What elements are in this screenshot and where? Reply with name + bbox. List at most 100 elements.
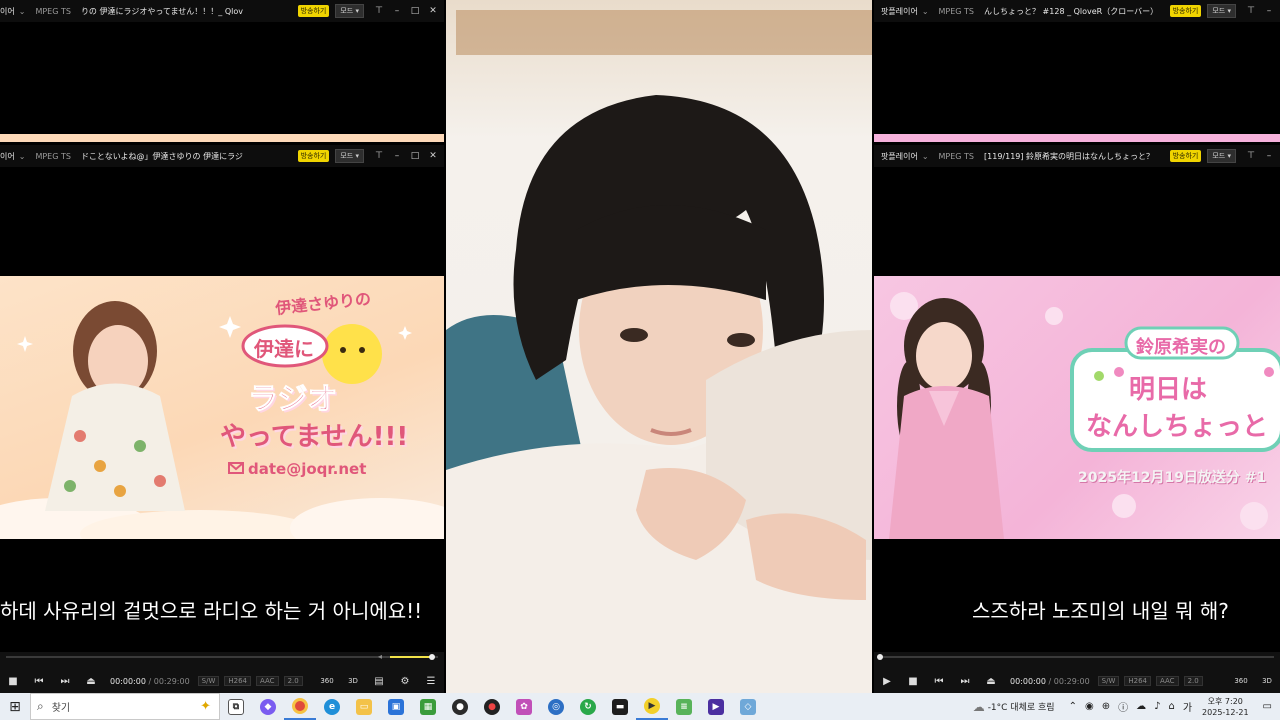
chrome-icon[interactable] xyxy=(284,693,316,720)
seek-handle[interactable] xyxy=(877,654,883,660)
seek-bar[interactable]: ◂ xyxy=(0,652,444,662)
store-icon[interactable]: ▣ xyxy=(380,693,412,720)
edge-icon[interactable]: e xyxy=(316,693,348,720)
minimize-icon[interactable]: – xyxy=(1262,6,1276,16)
media-icon[interactable]: ● xyxy=(444,693,476,720)
broadcast-button[interactable]: 방송하기 xyxy=(297,5,330,17)
previous-icon[interactable]: ⏮ xyxy=(926,676,952,687)
minimize-icon[interactable]: – xyxy=(390,151,404,161)
tag-channels[interactable]: 2.0 xyxy=(1183,676,1203,686)
browser-app-icon[interactable]: ◎ xyxy=(540,693,572,720)
play-icon[interactable]: ▶ xyxy=(874,676,900,687)
broadcast-button[interactable]: 방송하기 xyxy=(297,150,330,162)
maximize-icon[interactable]: □ xyxy=(408,6,422,16)
app-tray-icon[interactable]: ⊕ xyxy=(1102,701,1110,712)
chevron-down-icon[interactable]: ⌄ xyxy=(19,152,26,161)
chevron-down-icon[interactable]: ⌄ xyxy=(922,152,929,161)
left-main-titlebar[interactable]: 이어 ⌄ MPEG TS ドことないよね@」伊達さゆりの 伊達にラジ 방송하기 … xyxy=(0,145,444,167)
tag-audio[interactable]: AAC xyxy=(256,676,279,686)
next-icon[interactable]: ⏭ xyxy=(952,676,978,687)
minimize-icon[interactable]: – xyxy=(1262,151,1276,161)
notification-icon[interactable]: ▭ xyxy=(1263,701,1272,712)
task-view-icon[interactable]: ⧉ xyxy=(220,693,252,720)
eject-icon[interactable]: ⏏ xyxy=(978,676,1004,687)
left-top-player[interactable]: 이어 ⌄ MPEG TS りの 伊達にラジオやってません！！！_ Qlov 방송… xyxy=(0,0,444,144)
eject-icon[interactable]: ⏏ xyxy=(78,676,104,687)
recorder-icon[interactable]: ● xyxy=(476,693,508,720)
settings-icon[interactable]: ⚙ xyxy=(392,676,418,687)
maximize-icon[interactable]: □ xyxy=(408,151,422,161)
tag-sw[interactable]: S/W xyxy=(1097,676,1120,686)
network-icon[interactable]: ⌂ xyxy=(1168,701,1174,712)
seek-bar[interactable] xyxy=(874,652,1280,662)
previous-icon[interactable]: ⏮ xyxy=(26,676,52,687)
tag-3d[interactable]: 3D xyxy=(1254,677,1280,685)
language-icon[interactable]: 가 xyxy=(1183,699,1192,714)
chevron-down-icon[interactable]: ⌄ xyxy=(19,7,26,16)
stop-icon[interactable]: ■ xyxy=(0,676,26,687)
pin-icon[interactable]: ⊤ xyxy=(1244,6,1258,16)
volume-icon[interactable]: ♪ xyxy=(1154,701,1160,712)
mode-label: 모드 xyxy=(1212,152,1226,160)
menu-icon[interactable]: ☰ xyxy=(418,676,444,687)
stop-icon[interactable]: ■ xyxy=(900,676,926,687)
tag-channels[interactable]: 2.0 xyxy=(283,676,303,686)
volume-handle[interactable] xyxy=(429,654,435,660)
volume-track[interactable] xyxy=(390,656,434,658)
mode-select[interactable]: 모드 ▾ xyxy=(335,4,364,18)
volume-icon[interactable]: ◂ xyxy=(378,652,382,661)
tool-app-icon[interactable]: ◇ xyxy=(732,693,764,720)
chevron-down-icon[interactable]: ⌄ xyxy=(922,7,929,16)
tag-audio[interactable]: AAC xyxy=(1156,676,1179,686)
tag-360[interactable]: 360 xyxy=(314,677,340,685)
pin-icon[interactable]: ⊤ xyxy=(1244,151,1258,161)
time-readout: 00:00:00 / 00:29:00 xyxy=(110,677,190,686)
broadcast-button[interactable]: 방송하기 xyxy=(1169,5,1202,17)
next-icon[interactable]: ⏭ xyxy=(52,676,78,687)
format-label: MPEG TS xyxy=(35,6,71,16)
notepad-icon[interactable]: ≡ xyxy=(668,693,700,720)
colorful-app-icon[interactable]: ✿ xyxy=(508,693,540,720)
app-name[interactable]: 팟플레이어 xyxy=(881,151,918,162)
right-top-player[interactable]: 팟플레이어 ⌄ MPEG TS んしちょっと？ #128 _ QloveR（クロ… xyxy=(874,0,1280,144)
app-name[interactable]: 이어 xyxy=(0,151,15,162)
tag-3d[interactable]: 3D xyxy=(340,677,366,685)
tag-codec[interactable]: H264 xyxy=(224,676,252,686)
close-icon[interactable]: ✕ xyxy=(426,6,440,16)
minimize-icon[interactable]: – xyxy=(390,6,404,16)
mode-select[interactable]: 모드 ▾ xyxy=(335,149,364,163)
right-main-titlebar[interactable]: 팟플레이어 ⌄ MPEG TS [119/119] 鈴原希実の明日はなんしちょっ… xyxy=(874,145,1280,167)
left-main-player[interactable]: 이어 ⌄ MPEG TS ドことないよね@」伊達さゆりの 伊達にラジ 방송하기 … xyxy=(0,145,444,693)
record-icon[interactable]: ◉ xyxy=(1085,701,1094,712)
potplayer-icon[interactable]: ▶ xyxy=(636,693,668,720)
terminal-icon[interactable]: ▬ xyxy=(604,693,636,720)
purple-app-icon[interactable]: ▶ xyxy=(700,693,732,720)
app-name[interactable]: 이어 xyxy=(0,6,15,17)
search-highlight-icon[interactable]: ✦ xyxy=(200,699,211,714)
right-main-player[interactable]: 팟플레이어 ⌄ MPEG TS [119/119] 鈴原希実の明日はなんしちょっ… xyxy=(874,145,1280,693)
people-icon[interactable]: ⓘ xyxy=(1118,699,1128,714)
tag-360[interactable]: 360 xyxy=(1228,677,1254,685)
playlist-icon[interactable]: ▤ xyxy=(366,676,392,687)
mode-select[interactable]: 모드 ▾ xyxy=(1207,4,1236,18)
cloud-sync-icon[interactable]: ☁ xyxy=(1136,701,1146,712)
right-top-titlebar[interactable]: 팟플레이어 ⌄ MPEG TS んしちょっと？ #128 _ QloveR（クロ… xyxy=(874,0,1280,22)
pin-icon[interactable]: ⊤ xyxy=(372,6,386,16)
weather-widget[interactable]: ☁ -1°C 대체로 흐림 xyxy=(973,700,1055,714)
taskbar-search[interactable]: ⌕ 찾기 ✦ xyxy=(30,693,220,720)
file-explorer-icon[interactable]: ▭ xyxy=(348,693,380,720)
mode-select[interactable]: 모드 ▾ xyxy=(1207,149,1236,163)
pin-icon[interactable]: ⊤ xyxy=(372,151,386,161)
left-top-titlebar[interactable]: 이어 ⌄ MPEG TS りの 伊達にラジオやってません！！！_ Qlov 방송… xyxy=(0,0,444,22)
chevron-up-icon[interactable]: ⌃ xyxy=(1069,701,1077,712)
app-name[interactable]: 팟플레이어 xyxy=(881,6,918,17)
close-icon[interactable]: ✕ xyxy=(426,151,440,161)
windows-start-icon[interactable]: ⊞ xyxy=(0,699,30,715)
green-app-icon[interactable]: ↻ xyxy=(572,693,604,720)
clock[interactable]: 오후 7:20 2025-12-21 xyxy=(1202,696,1249,718)
broadcast-button[interactable]: 방송하기 xyxy=(1169,150,1202,162)
app-grid-icon[interactable]: ▦ xyxy=(412,693,444,720)
tag-codec[interactable]: H264 xyxy=(1124,676,1152,686)
tag-sw[interactable]: S/W xyxy=(197,676,220,686)
copilot-icon[interactable]: ◆ xyxy=(252,693,284,720)
